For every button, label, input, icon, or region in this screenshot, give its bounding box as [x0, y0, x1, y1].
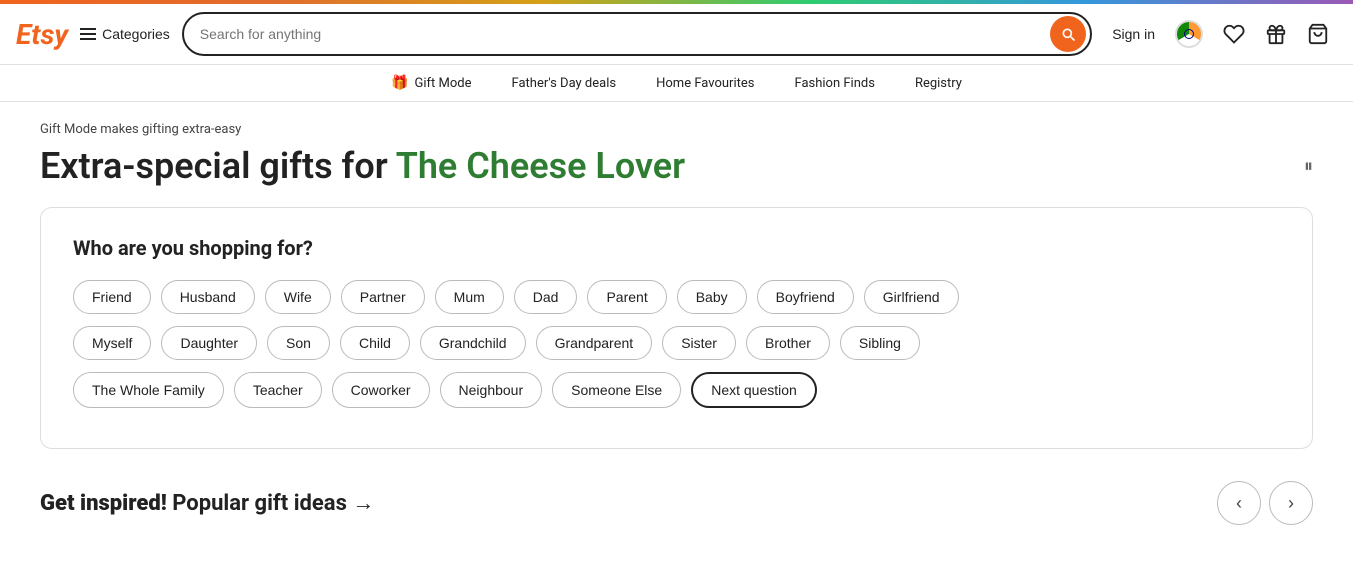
tag-grandchild[interactable]: Grandchild — [420, 326, 526, 360]
tag-myself[interactable]: Myself — [73, 326, 151, 360]
popular-next-button[interactable]: › — [1269, 481, 1313, 525]
main-content: Gift Mode makes gifting extra-easy Extra… — [0, 102, 1353, 545]
tag-son[interactable]: Son — [267, 326, 330, 360]
cart-icon — [1307, 23, 1329, 45]
tags-row-2: Myself Daughter Son Child Grandchild Gra… — [73, 326, 1280, 360]
header-actions: Sign in — [1104, 12, 1337, 56]
cart-button[interactable] — [1299, 15, 1337, 53]
tag-child[interactable]: Child — [340, 326, 410, 360]
heart-icon — [1223, 23, 1245, 45]
popular-nav-buttons: ‹ › — [1217, 481, 1313, 525]
tag-daughter[interactable]: Daughter — [161, 326, 257, 360]
shopping-card: Who are you shopping for? Friend Husband… — [40, 207, 1313, 449]
nav-registry-label: Registry — [915, 76, 962, 91]
tag-wife[interactable]: Wife — [265, 280, 331, 314]
hamburger-icon — [80, 28, 96, 40]
popular-arrow: → — [352, 491, 374, 516]
nav-fathers-day-label: Father's Day deals — [512, 76, 617, 91]
headline: Extra-special gifts for The Cheese Lover… — [40, 145, 1313, 187]
gift-mode-label: Gift Mode makes gifting extra-easy — [40, 122, 1313, 137]
nav-home-favourites[interactable]: Home Favourites — [656, 76, 754, 91]
nav-gift-mode-label: Gift Mode — [414, 76, 471, 91]
search-input[interactable] — [200, 26, 1050, 42]
tag-coworker[interactable]: Coworker — [332, 372, 430, 408]
popular-label-2: Popular gift ideas — [172, 491, 352, 516]
tag-baby[interactable]: Baby — [677, 280, 747, 314]
main-nav: 🎁 Gift Mode Father's Day deals Home Favo… — [0, 65, 1353, 102]
tag-girlfriend[interactable]: Girlfriend — [864, 280, 959, 314]
search-button[interactable] — [1050, 16, 1086, 52]
tag-husband[interactable]: Husband — [161, 280, 255, 314]
tag-mum[interactable]: Mum — [435, 280, 504, 314]
next-question-button[interactable]: Next question — [691, 372, 817, 408]
popular-title: Get inspired! Popular gift ideas → — [40, 490, 374, 516]
nav-fathers-day[interactable]: Father's Day deals — [512, 76, 617, 91]
nav-fashion-finds[interactable]: Fashion Finds — [794, 76, 874, 91]
categories-label: Categories — [102, 26, 170, 42]
flag-icon — [1175, 20, 1203, 48]
tag-neighbour[interactable]: Neighbour — [440, 372, 543, 408]
nav-registry[interactable]: Registry — [915, 76, 962, 91]
gift-registry-button[interactable] — [1257, 15, 1295, 53]
nav-home-favourites-label: Home Favourites — [656, 76, 754, 91]
nav-gift-mode[interactable]: 🎁 Gift Mode — [391, 75, 471, 91]
tag-brother[interactable]: Brother — [746, 326, 830, 360]
tag-partner[interactable]: Partner — [341, 280, 425, 314]
tag-whole-family[interactable]: The Whole Family — [73, 372, 224, 408]
tag-boyfriend[interactable]: Boyfriend — [757, 280, 854, 314]
site-header: Etsy Categories Sign in — [0, 4, 1353, 65]
popular-section: Get inspired! Popular gift ideas → ‹ › — [40, 481, 1313, 525]
tag-dad[interactable]: Dad — [514, 280, 578, 314]
gift-mode-icon: 🎁 — [391, 75, 408, 91]
popular-prev-button[interactable]: ‹ — [1217, 481, 1261, 525]
etsy-logo[interactable]: Etsy — [16, 18, 68, 51]
headline-prefix: Extra-special gifts for — [40, 145, 388, 187]
tag-sibling[interactable]: Sibling — [840, 326, 920, 360]
tag-sister[interactable]: Sister — [662, 326, 736, 360]
tag-teacher[interactable]: Teacher — [234, 372, 322, 408]
tag-grandparent[interactable]: Grandparent — [536, 326, 653, 360]
language-button[interactable] — [1167, 12, 1211, 56]
tag-parent[interactable]: Parent — [587, 280, 666, 314]
categories-button[interactable]: Categories — [80, 26, 170, 42]
tags-row-1: Friend Husband Wife Partner Mum Dad Pare… — [73, 280, 1280, 314]
search-bar — [182, 12, 1092, 56]
tags-row-3: The Whole Family Teacher Coworker Neighb… — [73, 372, 1280, 408]
popular-label-1: Get inspired! — [40, 491, 167, 516]
pause-button[interactable]: ⏸ — [1304, 156, 1313, 177]
favorites-button[interactable] — [1215, 15, 1253, 53]
nav-fashion-finds-label: Fashion Finds — [794, 76, 874, 91]
sign-in-button[interactable]: Sign in — [1104, 18, 1163, 50]
headline-dynamic: The Cheese Lover — [396, 145, 685, 187]
tag-friend[interactable]: Friend — [73, 280, 151, 314]
tag-someone-else[interactable]: Someone Else — [552, 372, 681, 408]
search-icon — [1060, 26, 1076, 42]
shopping-question: Who are you shopping for? — [73, 236, 1280, 260]
gift-icon — [1265, 23, 1287, 45]
